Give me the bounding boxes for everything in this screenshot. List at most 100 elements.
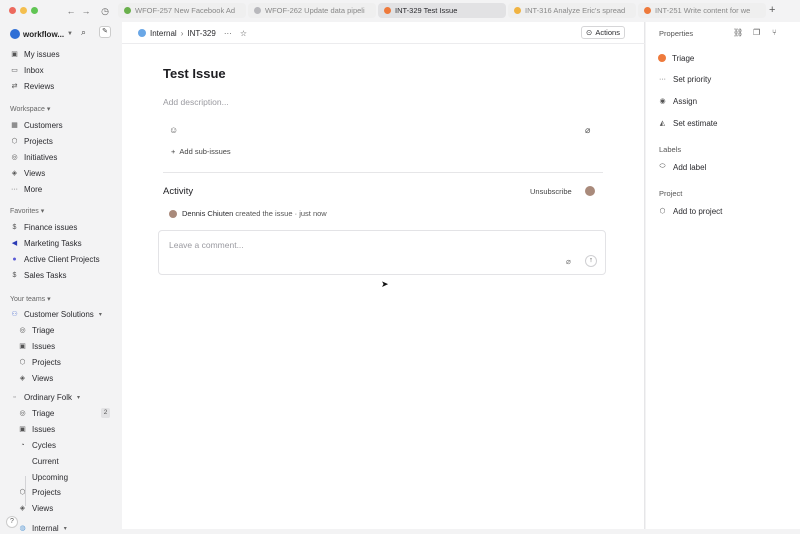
activity-user[interactable]: Dennis Chiuten <box>182 209 233 218</box>
forward-arrow-icon[interactable]: → <box>80 5 92 17</box>
compose-icon[interactable]: ✎ <box>99 26 111 38</box>
user-icon: ◉ <box>659 98 666 105</box>
favorite-active-client-projects[interactable]: ● Active Client Projects <box>6 252 116 266</box>
search-icon[interactable]: ⌕ <box>81 27 86 38</box>
tab-status-icon <box>514 7 521 14</box>
team1-projects[interactable]: ⬡ Projects <box>14 355 116 369</box>
tab-label: INT-329 Test Issue <box>395 6 458 15</box>
teams-section[interactable]: Your teams ▾ <box>10 295 51 303</box>
paperclip-icon[interactable]: ⌀ <box>585 125 590 136</box>
add-label-button[interactable]: ⬭ Add label <box>658 161 707 173</box>
paperclip-icon[interactable]: ⌀ <box>566 257 571 266</box>
breadcrumb: Internal › INT-329 ··· ☆ <box>138 27 247 39</box>
favorites-section[interactable]: Favorites ▾ <box>10 207 44 215</box>
new-tab-button[interactable]: + <box>769 4 775 16</box>
tab-label: INT-251 Write content for we <box>655 6 751 15</box>
tab-1[interactable]: WFOF-257 New Facebook Ad <box>118 3 246 18</box>
chevron-down-icon: ▾ <box>77 394 81 401</box>
sidebar-item-views[interactable]: ◈ Views <box>6 166 116 180</box>
breadcrumb-team[interactable]: Internal <box>150 29 177 38</box>
add-sub-issues-button[interactable]: + Add sub-issues <box>171 147 231 156</box>
team-ordinary-folk[interactable]: ▫ Ordinary Folk ▾ <box>6 390 116 404</box>
star-icon[interactable]: ☆ <box>240 29 247 38</box>
link-icon[interactable]: ⛓ <box>733 28 743 37</box>
chevron-down-icon: ▾ <box>44 106 51 113</box>
team2-views[interactable]: ◈ Views <box>14 501 116 515</box>
sidebar-item-customers[interactable]: ▦ Customers <box>6 118 116 132</box>
team2-projects[interactable]: ⬡ Projects <box>14 485 116 499</box>
activity-log-entry: Dennis Chiuten created the issue · just … <box>169 209 327 218</box>
more-options-icon[interactable]: ··· <box>224 29 232 38</box>
cycle-current[interactable]: Current <box>28 454 116 468</box>
favorite-marketing-tasks[interactable]: ◀ Marketing Tasks <box>6 236 116 250</box>
favorite-sales-tasks[interactable]: $ Sales Tasks <box>6 268 116 282</box>
assignee-property[interactable]: ◉ Assign <box>658 95 697 107</box>
breadcrumb-issue-id[interactable]: INT-329 <box>187 29 215 38</box>
sidebar-item-projects[interactable]: ⬡ Projects <box>6 134 116 148</box>
team1-issues[interactable]: ▣ Issues <box>14 339 116 353</box>
tag-icon: ⬭ <box>659 163 666 170</box>
status-property[interactable]: Triage <box>658 52 694 64</box>
team2-issues[interactable]: ▣ Issues <box>14 422 116 436</box>
team-customer-solutions[interactable]: ⚇ Customer Solutions ▾ <box>6 307 116 321</box>
my-issues-icon: ▣ <box>11 51 18 58</box>
issues-icon: ▣ <box>19 343 26 350</box>
close-window-button[interactable] <box>9 7 16 14</box>
sidebar-item-my-issues[interactable]: ▣ My issues <box>6 47 116 61</box>
cycle-upcoming[interactable]: Upcoming <box>28 470 116 484</box>
sidebar-item-inbox[interactable]: ▭ Inbox <box>6 63 116 77</box>
views-icon: ◈ <box>11 170 18 177</box>
projects-icon: ⬡ <box>11 138 18 145</box>
app-window: ← → ◷ WFOF-257 New Facebook Ad WFOF-262 U… <box>0 0 800 534</box>
triage-count-badge: 2 <box>101 408 110 418</box>
plus-icon: + <box>171 147 176 156</box>
tab-4[interactable]: INT-316 Analyze Eric's spread <box>508 3 636 18</box>
maximize-window-button[interactable] <box>31 7 38 14</box>
team2-cycles[interactable]: ◔ Cycles <box>14 438 116 452</box>
sidebar-item-label: Projects <box>32 487 61 497</box>
send-arrow-icon[interactable]: ↑ <box>585 255 597 267</box>
more-icon: ··· <box>11 185 18 193</box>
labels-heading: Labels <box>659 145 682 154</box>
cycle-label: Upcoming <box>32 472 69 482</box>
team-internal[interactable]: ◍ Internal ▾ <box>14 521 124 534</box>
priority-property[interactable]: ··· Set priority <box>658 73 711 85</box>
unsubscribe-button[interactable]: Unsubscribe <box>530 187 572 196</box>
priority-value: Set priority <box>673 74 712 84</box>
history-clock-icon[interactable]: ◷ <box>99 5 111 17</box>
estimate-property[interactable]: ◭ Set estimate <box>658 117 718 129</box>
team2-triage[interactable]: ◎ Triage 2 <box>14 406 116 420</box>
sidebar-item-label: Reviews <box>24 81 55 91</box>
actions-button[interactable]: ⊙ Actions <box>581 26 625 39</box>
branch-icon[interactable]: ⑂ <box>772 28 777 37</box>
sidebar-item-label: Marketing Tasks <box>24 238 82 248</box>
workspace-section[interactable]: Workspace ▾ <box>10 105 50 113</box>
sidebar-item-more[interactable]: ··· More <box>6 182 116 196</box>
dollar-icon: $ <box>12 223 17 231</box>
copy-icon[interactable]: ❐ <box>753 28 760 37</box>
tab-3[interactable]: INT-329 Test Issue <box>378 3 506 18</box>
sidebar-item-initiatives[interactable]: ◎ Initiatives <box>6 150 116 164</box>
sidebar-item-reviews[interactable]: ⇄ Reviews <box>6 79 116 93</box>
subscriber-avatar[interactable] <box>585 186 595 196</box>
reviews-icon: ⇄ <box>11 83 18 90</box>
actions-label: Actions <box>595 28 620 37</box>
team1-views[interactable]: ◈ Views <box>14 371 116 385</box>
minimize-window-button[interactable] <box>20 7 27 14</box>
issue-title[interactable]: Test Issue <box>163 66 226 81</box>
description-field[interactable]: Add description... <box>163 97 229 107</box>
tab-2[interactable]: WFOF-262 Update data pipeli <box>248 3 376 18</box>
sidebar-item-label: Views <box>32 503 54 513</box>
team-people-icon: ⚇ <box>11 311 18 318</box>
team1-triage[interactable]: ◎ Triage <box>14 323 116 337</box>
sidebar-item-label: Projects <box>24 136 53 146</box>
favorite-finance-issues[interactable]: $ Finance issues <box>6 220 116 234</box>
emoji-reaction-icon[interactable]: ☺ <box>169 125 178 135</box>
back-arrow-icon[interactable]: ← <box>65 5 77 17</box>
tab-5[interactable]: INT-251 Write content for we <box>638 3 766 18</box>
add-to-project-button[interactable]: ⬡ Add to project <box>658 205 722 217</box>
comment-box[interactable]: Leave a comment... ⌀ ↑ <box>158 230 606 275</box>
workspace-logo-icon <box>10 29 20 39</box>
title-bar: ← → ◷ WFOF-257 New Facebook Ad WFOF-262 U… <box>0 0 800 22</box>
comment-input[interactable]: Leave a comment... <box>169 240 244 250</box>
